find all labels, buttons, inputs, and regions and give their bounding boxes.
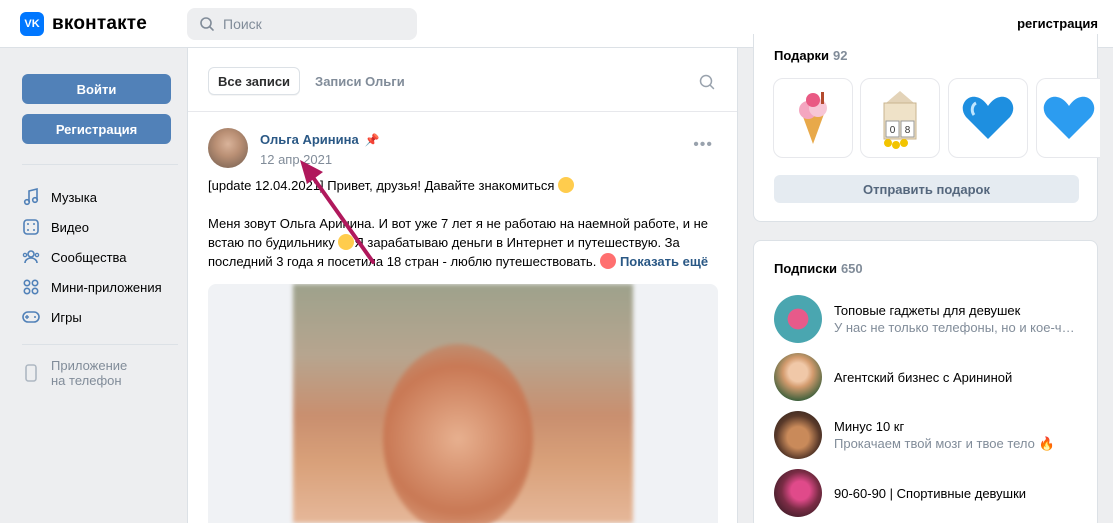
gift-blue-heart-2[interactable] bbox=[1036, 78, 1100, 158]
games-icon bbox=[22, 308, 40, 326]
gifts-card: Подарки 92 08 Отправить подарок bbox=[753, 34, 1100, 222]
wall-search-icon[interactable] bbox=[699, 74, 715, 93]
sidebar-item-games[interactable]: Игры bbox=[22, 307, 82, 327]
sidebar-divider bbox=[22, 164, 178, 165]
mini-apps-icon bbox=[22, 278, 40, 296]
svg-text:0: 0 bbox=[890, 125, 896, 136]
vk-logo[interactable]: VK вконтакте bbox=[20, 12, 147, 36]
wall-feed: Все записи Записи Ольги Ольга Аринина 📌 … bbox=[187, 48, 738, 523]
post-author-name[interactable]: Ольга Аринина bbox=[260, 132, 359, 147]
heart-icon bbox=[962, 96, 1014, 139]
phone-app-label-line1: Приложение bbox=[51, 358, 128, 373]
post-line1: [update 12.04.2021] Привет, друзья! Дава… bbox=[208, 178, 555, 193]
communities-icon bbox=[22, 248, 40, 266]
sidebar-item-phone-app[interactable]: Приложение на телефон bbox=[22, 358, 127, 388]
subscription-avatar bbox=[774, 469, 822, 517]
phone-icon bbox=[22, 358, 40, 388]
sidebar-item-label: Мини-приложения bbox=[51, 279, 162, 295]
show-more-link[interactable]: Показать ещё bbox=[620, 254, 708, 269]
subscriptions-count: 650 bbox=[840, 261, 863, 276]
subscription-item[interactable]: 90-60-90 | Спортивные девушки bbox=[774, 469, 1026, 517]
subscription-name: Минус 10 кг bbox=[834, 419, 905, 434]
wink-emoji-icon bbox=[558, 177, 575, 193]
post-author-avatar[interactable] bbox=[208, 128, 248, 168]
sidebar-item-communities[interactable]: Сообщества bbox=[22, 247, 127, 267]
sidebar-item-label: Музыка bbox=[51, 189, 97, 205]
calendar-icon: 08 bbox=[883, 91, 917, 149]
vk-logo-icon: VK bbox=[20, 12, 44, 36]
sidebar-item-music[interactable]: Музыка bbox=[22, 187, 97, 207]
subscription-item[interactable]: Топовые гаджеты для девушек У нас не тол… bbox=[774, 295, 1079, 343]
svg-text:8: 8 bbox=[905, 125, 911, 136]
phone-app-label-line2: на телефон bbox=[51, 373, 122, 388]
search-placeholder: Поиск bbox=[223, 16, 262, 32]
sidebar-item-label: Видео bbox=[51, 219, 89, 235]
subscription-item[interactable]: Агентский бизнес с Арининой bbox=[774, 353, 1012, 401]
subscription-avatar bbox=[774, 353, 822, 401]
subscription-avatar bbox=[774, 295, 822, 343]
subscription-item[interactable]: Минус 10 кг Прокачаем твой мозг и твое т… bbox=[774, 411, 1079, 459]
send-gift-button[interactable]: Отправить подарок bbox=[774, 175, 1079, 203]
sidebar-divider bbox=[22, 344, 178, 345]
sidebar-item-label: Сообщества bbox=[51, 249, 127, 265]
post-date[interactable]: 12 апр 2021 bbox=[260, 152, 332, 167]
gift-blue-heart[interactable] bbox=[948, 78, 1028, 158]
feed-divider bbox=[188, 111, 737, 112]
grin-emoji-icon bbox=[338, 234, 355, 250]
pin-icon: 📌 bbox=[364, 132, 380, 147]
heart-eyes-emoji-icon bbox=[599, 253, 616, 269]
sidebar-item-video[interactable]: Видео bbox=[22, 217, 89, 237]
subscription-desc: У нас не только телефоны, но и кое-что..… bbox=[834, 320, 1079, 335]
register-button[interactable]: Регистрация bbox=[22, 114, 171, 144]
wall-tabs: Все записи Записи Ольги bbox=[208, 67, 414, 95]
sidebar-item-label: Игры bbox=[51, 309, 82, 325]
subscription-desc: Прокачаем твой мозг и твое тело 🔥 bbox=[834, 436, 1055, 451]
post-photo-container bbox=[208, 284, 718, 523]
register-link[interactable]: регистрация bbox=[1017, 16, 1098, 31]
music-icon bbox=[22, 188, 40, 206]
sidebar-item-mini-apps[interactable]: Мини-приложения bbox=[22, 277, 162, 297]
subscription-name: Агентский бизнес с Арининой bbox=[834, 369, 1013, 385]
search-icon bbox=[200, 17, 214, 31]
video-icon bbox=[22, 218, 40, 236]
gifts-title[interactable]: Подарки 92 bbox=[774, 48, 848, 63]
login-button[interactable]: Войти bbox=[22, 74, 171, 104]
ice-cream-icon bbox=[799, 92, 827, 144]
gift-ice-cream[interactable] bbox=[773, 78, 853, 158]
post-photo[interactable] bbox=[293, 284, 633, 523]
subscription-avatar bbox=[774, 411, 822, 459]
logo-text: вконтакте bbox=[52, 13, 148, 34]
gift-calendar[interactable]: 08 bbox=[860, 78, 940, 158]
tab-owner-posts[interactable]: Записи Ольги bbox=[306, 67, 414, 95]
subscription-name: Топовые гаджеты для девушек bbox=[834, 303, 1021, 318]
subscriptions-card: Подписки 650 Топовые гаджеты для девушек … bbox=[753, 240, 1098, 523]
post-more-icon[interactable]: ••• bbox=[693, 137, 713, 153]
heart-icon bbox=[1043, 96, 1094, 139]
subscription-name: 90-60-90 | Спортивные девушки bbox=[834, 485, 1027, 501]
search-input[interactable]: Поиск bbox=[187, 8, 417, 40]
subscriptions-title[interactable]: Подписки 650 bbox=[774, 261, 863, 276]
tab-all-posts[interactable]: Все записи bbox=[208, 67, 301, 95]
post-text: [update 12.04.2021] Привет, друзья! Дава… bbox=[208, 176, 723, 271]
gifts-count: 92 bbox=[833, 48, 848, 63]
